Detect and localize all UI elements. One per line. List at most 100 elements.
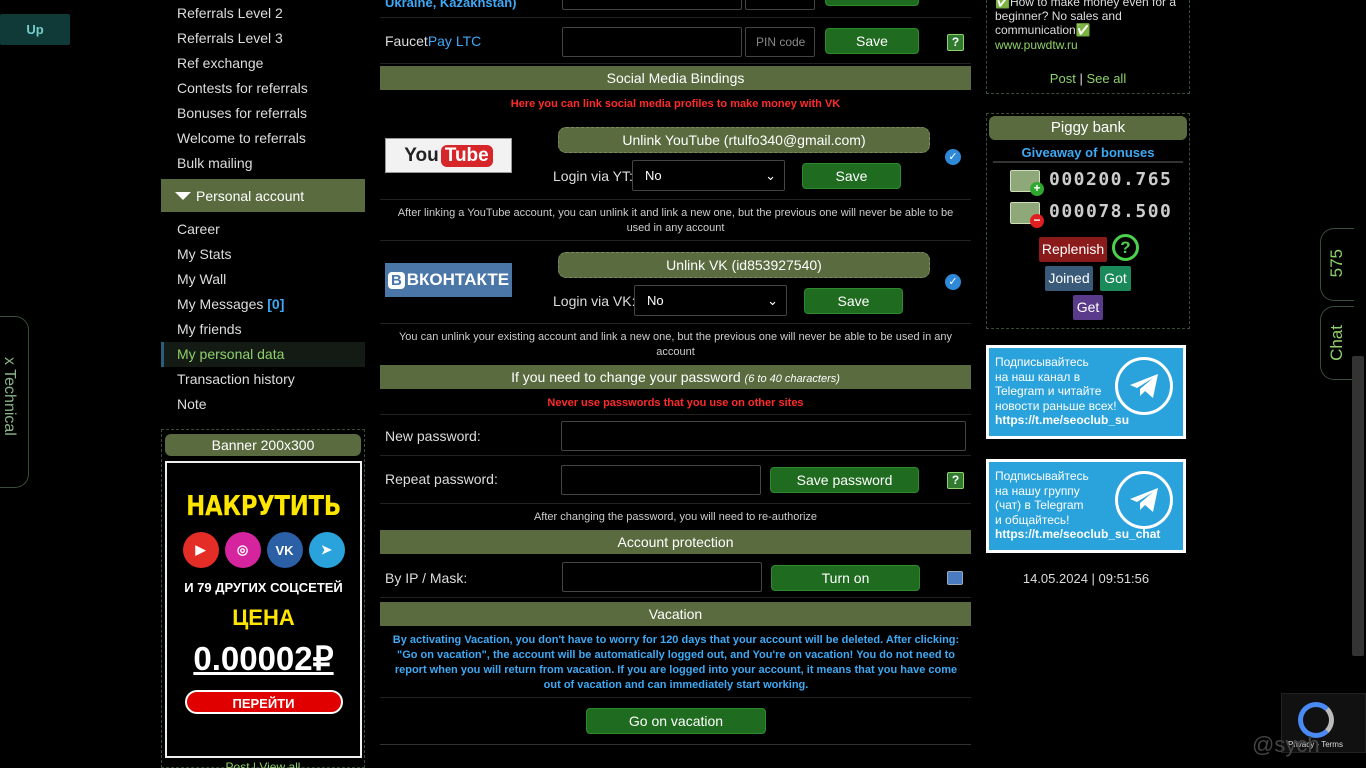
go-on-vacation-button[interactable]: Go on vacation: [586, 708, 766, 734]
new-password-row: New password:: [380, 414, 971, 456]
unlink-vk-button[interactable]: Unlink VK (id853927540): [558, 252, 930, 278]
youtube-save-button[interactable]: Save: [802, 163, 901, 189]
chat-side-tab[interactable]: Chat: [1320, 306, 1354, 380]
pin-code-input[interactable]: PIN code: [745, 27, 815, 57]
menu-item-contests-for-referrals[interactable]: Contests for referrals: [161, 76, 365, 101]
ip-mask-input[interactable]: [562, 562, 762, 592]
youtube-login-select[interactable]: No ⌄: [632, 160, 785, 191]
watermark: @sych: [1252, 732, 1320, 757]
banner-subtitle: И 79 ДРУГИХ СОЦСЕТЕЙ: [184, 580, 343, 595]
youtube-login-label: Login via YT:: [553, 168, 633, 184]
ip-mask-row: By IP / Mask: Turn on: [380, 556, 971, 598]
menu-item-my-messages[interactable]: My Messages [0]: [161, 292, 365, 317]
telegram-icon: ➤: [308, 532, 345, 568]
giveaway-label: Giveaway of bonuses: [993, 145, 1183, 163]
top-save-button[interactable]: [825, 0, 919, 6]
banner-price-label: ЦЕНА: [232, 605, 295, 630]
messages-count-badge: [0]: [267, 296, 285, 312]
menu-item-my-wall[interactable]: My Wall: [161, 267, 365, 292]
chat-tab-label: Chat: [1327, 325, 1346, 361]
faucetpay-wallet-input[interactable]: [562, 27, 742, 57]
account-protection-title: Account protection: [380, 530, 971, 554]
faucetpay-label: FaucetPay LTC: [385, 33, 481, 49]
password-title-text: If you need to change your password: [511, 369, 741, 385]
scroll-up-button[interactable]: Up: [0, 14, 70, 45]
menu-item-transaction-history[interactable]: Transaction history: [161, 367, 365, 392]
technical-tab-label: x Technical: [1, 357, 18, 436]
verified-check-icon: ✓: [945, 274, 961, 290]
menu-item-career[interactable]: Career: [161, 217, 365, 242]
vk-note: You can unlink your existing account and…: [398, 331, 952, 358]
chevron-down-icon: ⌄: [765, 167, 776, 183]
country-row: Ukraine, Kazakhstan): [380, 0, 971, 18]
vk-logo-b: В: [387, 271, 405, 289]
telegram-icon: [1115, 471, 1173, 529]
bonus-counter-in: 000200.765: [1049, 169, 1173, 190]
telegram-channel-banner[interactable]: Подписывайтесь на наш канал в Telegram и…: [986, 345, 1186, 439]
repeat-password-input[interactable]: [561, 465, 761, 495]
news-post-link[interactable]: Post: [1050, 71, 1076, 86]
menu-section-personal-account[interactable]: Personal account: [161, 179, 365, 212]
vk-login-label: Login via VK:: [553, 293, 636, 309]
menu-item-referrals-level-3[interactable]: Referrals Level 3: [161, 26, 365, 51]
counter-side-tab[interactable]: 575: [1320, 228, 1354, 301]
news-block: ✅How to make money even for a beginner? …: [986, 0, 1190, 94]
menu-item-my-personal-data[interactable]: My personal data: [161, 342, 365, 367]
top-pin-input[interactable]: [745, 0, 815, 10]
help-icon[interactable]: ?: [947, 472, 964, 489]
vk-logo: В ВКОНТАКТЕ: [385, 263, 512, 297]
help-icon[interactable]: ?: [947, 34, 964, 51]
ad-banner-image[interactable]: НАКРУТИТЬ ▶ ◎ VK ➤ И 79 ДРУГИХ СОЦСЕТЕЙ …: [165, 461, 362, 758]
bonus-counter-out: 000078.500: [1049, 201, 1173, 222]
password-warning: Never use passwords that you use on othe…: [547, 397, 804, 409]
save-password-button[interactable]: Save password: [770, 467, 919, 493]
news-separator: |: [1079, 71, 1083, 86]
help-circle-icon[interactable]: ?: [1112, 234, 1139, 261]
menu-item-bulk-mailing[interactable]: Bulk mailing: [161, 151, 365, 176]
youtube-icon: ▶: [182, 532, 219, 568]
current-datetime: 14.05.2024 | 09:51:56: [1022, 571, 1150, 586]
menu-item-note[interactable]: Note: [161, 392, 365, 417]
vk-logo-text: ВКОНТАКТЕ: [406, 270, 510, 289]
news-link[interactable]: www.puwdtw.ru: [995, 38, 1078, 52]
youtube-logo-tube: Tube: [440, 144, 493, 167]
menu-item-referrals-level-2[interactable]: Referrals Level 2: [161, 1, 365, 26]
get-button[interactable]: Get: [1073, 295, 1103, 320]
banner-post-view-links[interactable]: Post | View all: [162, 760, 364, 768]
news-post-links: Post | See all: [987, 71, 1189, 86]
banner-go-button[interactable]: ПЕРЕЙТИ: [184, 690, 343, 714]
menu-item-bonuses-for-referrals[interactable]: Bonuses for referrals: [161, 101, 365, 126]
left-sidebar-menu: Referrals Level 2 Referrals Level 3 Ref …: [161, 0, 365, 417]
social-media-note: Here you can link social media profiles …: [510, 98, 841, 110]
youtube-logo-you: You: [404, 144, 439, 166]
got-button[interactable]: Got: [1100, 266, 1131, 291]
vk-login-select[interactable]: No ⌄: [634, 285, 787, 316]
news-see-all-link[interactable]: See all: [1086, 71, 1126, 86]
chevron-down-icon: ⌄: [767, 292, 778, 308]
vacation-title: Vacation: [380, 602, 971, 626]
checkmark-icon: ✅: [1075, 23, 1091, 37]
ip-mask-label: By IP / Mask:: [385, 570, 468, 586]
turn-on-protection-button[interactable]: Turn on: [771, 565, 920, 591]
menu-item-my-friends[interactable]: My friends: [161, 317, 365, 342]
telegram-icon: [1115, 357, 1173, 415]
menu-item-my-stats[interactable]: My Stats: [161, 242, 365, 267]
banner-price: 0.00002₽: [193, 640, 334, 677]
joined-button[interactable]: Joined: [1045, 266, 1093, 291]
new-password-input[interactable]: [561, 421, 966, 451]
faucetpay-save-button[interactable]: Save: [825, 28, 919, 54]
password-title-hint: (6 to 40 characters): [744, 373, 840, 385]
password-section-title: If you need to change your password (6 t…: [380, 365, 971, 389]
technical-side-tab[interactable]: x Technical: [0, 316, 29, 488]
telegram-chat-banner[interactable]: Подписывайтесь на нашу группу (чат) в Te…: [986, 459, 1186, 553]
menu-item-ref-exchange[interactable]: Ref exchange: [161, 51, 365, 76]
country-text: Ukraine, Kazakhstan): [385, 0, 517, 10]
replenish-button[interactable]: Replenish: [1039, 237, 1107, 262]
menu-item-welcome-to-referrals[interactable]: Welcome to referrals: [161, 126, 365, 151]
repeat-password-label: Repeat password:: [385, 471, 498, 487]
verified-check-icon: ✓: [945, 149, 961, 165]
unlink-youtube-button[interactable]: Unlink YouTube (rtulfo340@gmail.com): [558, 127, 930, 153]
top-input[interactable]: [562, 0, 742, 10]
page-scrollbar[interactable]: [1352, 356, 1364, 656]
vk-save-button[interactable]: Save: [804, 288, 903, 314]
